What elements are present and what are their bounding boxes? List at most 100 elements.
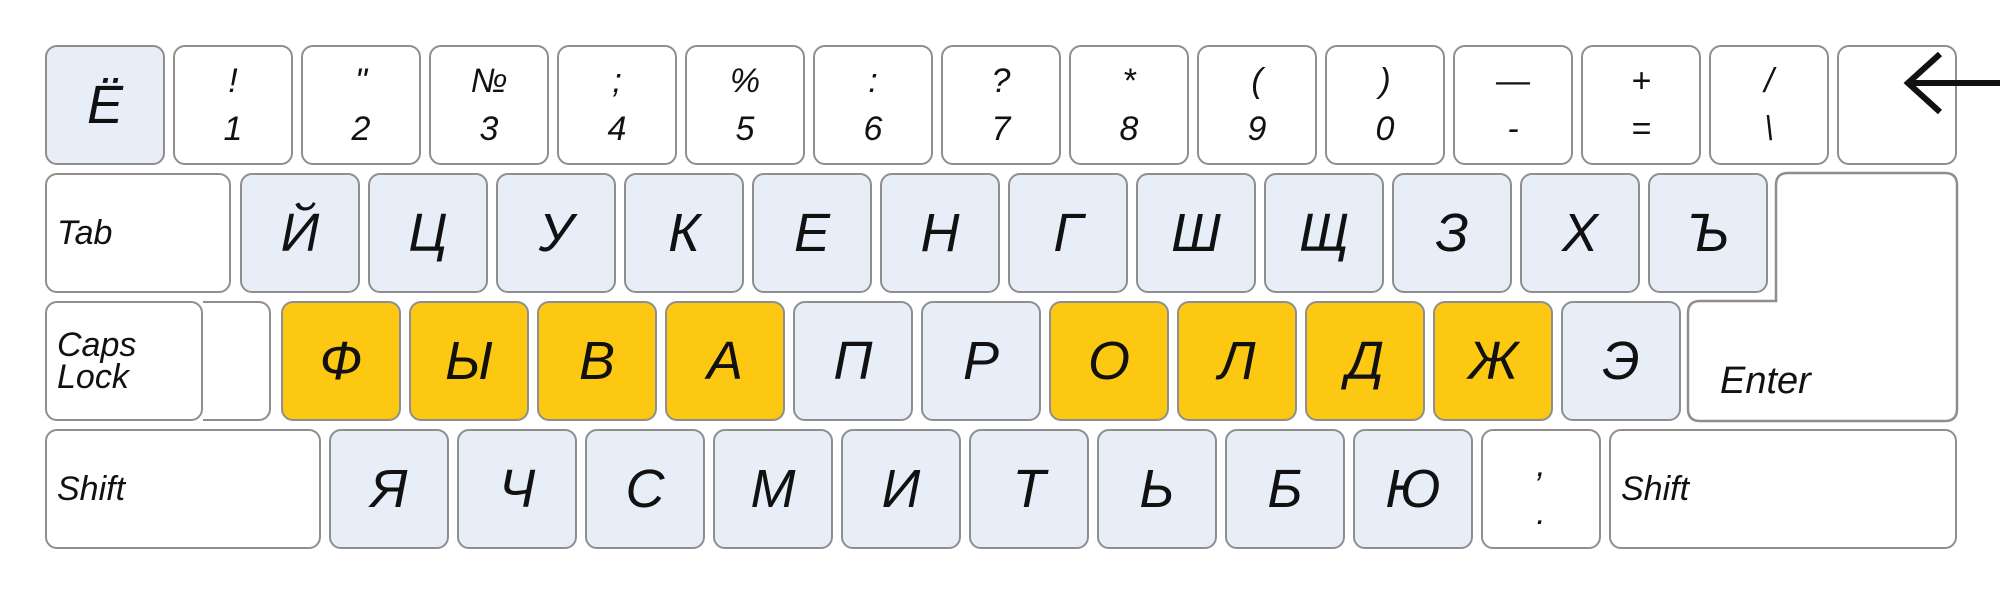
key-1[interactable]: ! 1 bbox=[173, 45, 293, 165]
key-shift-symbol: ) bbox=[1379, 62, 1391, 100]
key-l[interactable]: Л bbox=[1177, 301, 1297, 421]
key-period[interactable]: ,. bbox=[1481, 429, 1601, 549]
key-r[interactable]: Р bbox=[921, 301, 1041, 421]
key-left-shift[interactable]: Shift bbox=[45, 429, 321, 549]
key-label: Й bbox=[280, 203, 320, 263]
key-label: Shift bbox=[1621, 470, 1690, 508]
key-v[interactable]: В bbox=[537, 301, 657, 421]
key-sh[interactable]: Ш bbox=[1136, 173, 1256, 293]
key-minus[interactable]: — - bbox=[1453, 45, 1573, 165]
key-shift-symbol: % bbox=[729, 62, 761, 100]
key-kh[interactable]: Х bbox=[1520, 173, 1640, 293]
key-m[interactable]: М bbox=[713, 429, 833, 549]
key-g[interactable]: Г bbox=[1008, 173, 1128, 293]
key-yu[interactable]: Ю bbox=[1353, 429, 1473, 549]
key-label: И bbox=[881, 459, 921, 519]
key-base-symbol: 3 bbox=[479, 110, 499, 148]
key-label: Ф bbox=[319, 331, 363, 391]
key-k[interactable]: К bbox=[624, 173, 744, 293]
key-base-symbol: 4 bbox=[607, 110, 627, 148]
arrow-left-icon bbox=[1903, 51, 2000, 115]
key-caps-spacer bbox=[203, 301, 271, 421]
key-base-symbol: 8 bbox=[1119, 110, 1139, 148]
key-label: Ю bbox=[1385, 459, 1441, 519]
key-p[interactable]: П bbox=[793, 301, 913, 421]
key-label: Л bbox=[1218, 331, 1256, 391]
key-label: Ё bbox=[86, 75, 124, 135]
key-label: Ж bbox=[1468, 331, 1518, 391]
keyboard-layout: Ё ! 1 " 2 № 3 ; 4 % 5 :6 ? 7 * 8 (9 ) 0 — - + = / \ bbox=[0, 0, 2000, 593]
key-right-shift[interactable]: Shift bbox=[1609, 429, 1957, 549]
key-base-symbol: 2 bbox=[351, 110, 371, 148]
key-tab[interactable]: Tab bbox=[45, 173, 231, 293]
key-shift-symbol: , bbox=[1536, 446, 1546, 484]
key-label: К bbox=[668, 203, 700, 263]
key-e[interactable]: Э bbox=[1561, 301, 1681, 421]
key-2[interactable]: " 2 bbox=[301, 45, 421, 165]
key-shift-symbol: ! bbox=[228, 62, 238, 100]
key-hard-sign[interactable]: Ъ bbox=[1648, 173, 1768, 293]
key-a[interactable]: А bbox=[665, 301, 785, 421]
key-label: Ш bbox=[1171, 203, 1221, 263]
key-base-symbol: 6 bbox=[863, 110, 883, 148]
key-shift-symbol: ( bbox=[1251, 62, 1263, 100]
key-t[interactable]: Т bbox=[969, 429, 1089, 549]
key-label: Ь bbox=[1139, 459, 1175, 519]
key-shift-symbol: * bbox=[1122, 62, 1136, 100]
key-caps-lock[interactable]: Caps Lock bbox=[45, 301, 203, 421]
key-zh[interactable]: Ж bbox=[1433, 301, 1553, 421]
key-ts[interactable]: Ц bbox=[368, 173, 488, 293]
key-label: Е bbox=[793, 203, 831, 263]
key-y-hard[interactable]: Ы bbox=[409, 301, 529, 421]
key-label: Tab bbox=[57, 214, 113, 252]
key-label: У bbox=[538, 203, 574, 263]
key-y-short[interactable]: Й bbox=[240, 173, 360, 293]
key-shift-symbol: — bbox=[1496, 62, 1530, 100]
enter-label: Enter bbox=[1720, 360, 1811, 402]
key-u[interactable]: У bbox=[496, 173, 616, 293]
key-label: З bbox=[1435, 203, 1469, 263]
key-s[interactable]: С bbox=[585, 429, 705, 549]
key-0[interactable]: ) 0 bbox=[1325, 45, 1445, 165]
key-5[interactable]: % 5 bbox=[685, 45, 805, 165]
key-i[interactable]: И bbox=[841, 429, 961, 549]
key-soft-sign[interactable]: Ь bbox=[1097, 429, 1217, 549]
key-label: Ы bbox=[445, 331, 493, 391]
key-d[interactable]: Д bbox=[1305, 301, 1425, 421]
key-shift-symbol: № bbox=[470, 62, 508, 100]
key-ye[interactable]: Е bbox=[752, 173, 872, 293]
key-label: О bbox=[1087, 331, 1130, 391]
key-shift-symbol: ; bbox=[612, 62, 622, 100]
key-7[interactable]: ? 7 bbox=[941, 45, 1061, 165]
key-base-symbol: \ bbox=[1764, 110, 1774, 148]
key-ya[interactable]: Я bbox=[329, 429, 449, 549]
key-f[interactable]: Ф bbox=[281, 301, 401, 421]
key-label: А bbox=[706, 331, 744, 391]
key-n[interactable]: Н bbox=[880, 173, 1000, 293]
key-label: Н bbox=[920, 203, 960, 263]
key-label: Shift bbox=[57, 470, 126, 508]
key-ch[interactable]: Ч bbox=[457, 429, 577, 549]
key-equals[interactable]: + = bbox=[1581, 45, 1701, 165]
key-shift-symbol: + bbox=[1631, 62, 1651, 100]
key-3[interactable]: № 3 bbox=[429, 45, 549, 165]
key-base-symbol: 5 bbox=[735, 110, 755, 148]
key-yo[interactable]: Ё bbox=[45, 45, 165, 165]
key-label: С bbox=[625, 459, 665, 519]
key-backslash[interactable]: / \ bbox=[1709, 45, 1829, 165]
key-z[interactable]: З bbox=[1392, 173, 1512, 293]
key-label: Э bbox=[1602, 331, 1640, 391]
key-shch[interactable]: Щ bbox=[1264, 173, 1384, 293]
key-base-symbol: = bbox=[1631, 110, 1651, 148]
key-label: Д bbox=[1345, 331, 1385, 391]
key-label: Щ bbox=[1299, 203, 1349, 263]
key-b[interactable]: Б bbox=[1225, 429, 1345, 549]
key-o[interactable]: О bbox=[1049, 301, 1169, 421]
key-label: Ц bbox=[408, 203, 448, 263]
key-9[interactable]: (9 bbox=[1197, 45, 1317, 165]
key-shift-symbol: : bbox=[868, 62, 878, 100]
key-8[interactable]: * 8 bbox=[1069, 45, 1189, 165]
key-6[interactable]: :6 bbox=[813, 45, 933, 165]
key-4[interactable]: ; 4 bbox=[557, 45, 677, 165]
key-label: Ъ bbox=[1686, 203, 1730, 263]
